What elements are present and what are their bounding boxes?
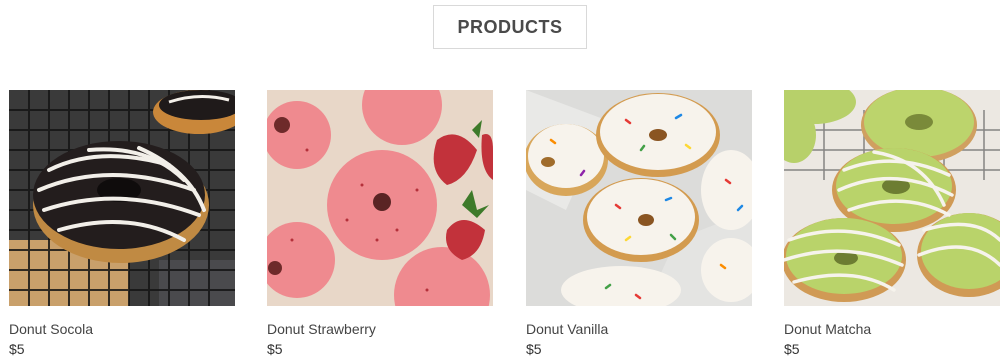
product-name[interactable]: Donut Vanilla [526,321,752,337]
matcha-donut-image[interactable] [784,90,1000,306]
page-title: PRODUCTS [457,16,563,37]
product-card-vanilla[interactable]: Donut Vanilla $5 [526,90,752,356]
product-price: $5 [784,341,800,356]
product-price: $5 [267,341,283,356]
product-card-strawberry[interactable]: Donut Strawberry $5 [267,90,493,356]
products-heading-box: PRODUCTS [433,5,587,49]
product-card-matcha[interactable]: Donut Matcha $5 [784,90,1000,356]
product-name[interactable]: Donut Matcha [784,321,1000,337]
product-name[interactable]: Donut Socola [9,321,235,337]
chocolate-donut-image[interactable] [9,90,235,306]
product-card-socola[interactable]: Donut Socola $5 [9,90,235,356]
product-name[interactable]: Donut Strawberry [267,321,493,337]
products-page: PRODUCTS Donut Socola $5 Donut Strawberr… [0,0,1000,356]
strawberry-donut-image[interactable] [267,90,493,306]
product-price: $5 [526,341,542,356]
product-price: $5 [9,341,25,356]
vanilla-sprinkle-donut-image[interactable] [526,90,752,306]
